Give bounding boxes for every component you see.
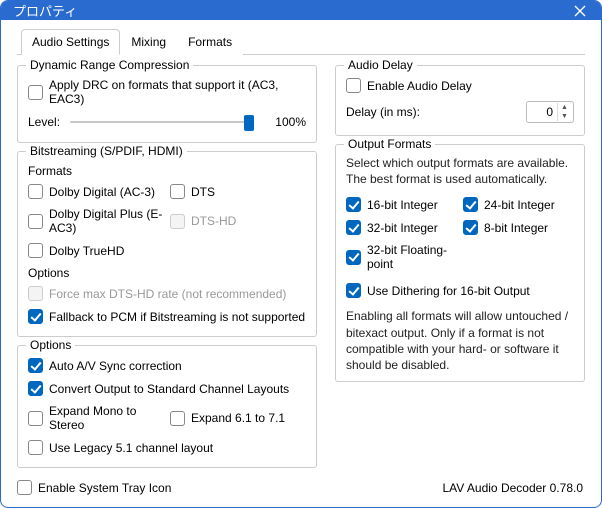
legend-bitstreaming: Bitstreaming (S/PDIF, HDMI) (26, 144, 187, 158)
checkbox-autosync[interactable] (28, 358, 43, 373)
checkbox-eac3[interactable] (28, 214, 43, 229)
label-8bit-int[interactable]: 8-bit Integer (484, 221, 548, 235)
checkbox-force-dtshd (28, 286, 43, 301)
checkbox-convert-layout[interactable] (28, 381, 43, 396)
checkbox-expand-61[interactable] (170, 411, 185, 426)
label-16bit-int[interactable]: 16-bit Integer (367, 198, 438, 212)
checkbox-apply-drc[interactable] (28, 85, 43, 100)
checkbox-dts[interactable] (170, 184, 185, 199)
spinner-delay[interactable]: ▲▼ (526, 101, 574, 123)
value-drc-level: 100% (264, 115, 306, 129)
checkbox-24bit-int[interactable] (463, 197, 478, 212)
label-dtshd: DTS-HD (191, 214, 236, 228)
input-delay[interactable] (527, 105, 557, 119)
group-audio-delay: Audio Delay Enable Audio Delay Delay (in… (335, 65, 585, 136)
slider-thumb[interactable] (244, 115, 254, 131)
label-bs-options: Options (28, 266, 306, 280)
legend-audio-delay: Audio Delay (344, 58, 417, 72)
legend-options: Options (26, 338, 75, 352)
label-autosync[interactable]: Auto A/V Sync correction (49, 359, 182, 373)
version-label: LAV Audio Decoder 0.78.0 (442, 481, 583, 495)
spin-down-icon[interactable]: ▼ (558, 112, 571, 121)
checkbox-legacy51[interactable] (28, 440, 43, 455)
tab-audio-settings[interactable]: Audio Settings (21, 29, 120, 55)
checkbox-truehd[interactable] (28, 243, 43, 258)
label-convert-layout[interactable]: Convert Output to Standard Channel Layou… (49, 382, 289, 396)
legend-output-formats: Output Formats (344, 137, 435, 151)
checkbox-fallback-pcm[interactable] (28, 309, 43, 324)
checkbox-16bit-int[interactable] (346, 197, 361, 212)
checkbox-32bit-fp[interactable] (346, 250, 361, 265)
desc-output-formats: Select which output formats are availabl… (346, 155, 574, 187)
label-force-dtshd: Force max DTS-HD rate (not recommended) (49, 287, 286, 301)
label-eac3[interactable]: Dolby Digital Plus (E-AC3) (49, 207, 164, 235)
label-delay-ms: Delay (in ms): (346, 105, 420, 119)
label-dts[interactable]: DTS (191, 185, 215, 199)
checkbox-32bit-int[interactable] (346, 220, 361, 235)
tab-mixing[interactable]: Mixing (120, 29, 177, 55)
label-32bit-fp[interactable]: 32-bit Floating-point (367, 243, 457, 271)
label-truehd[interactable]: Dolby TrueHD (49, 244, 124, 258)
tab-strip: Audio Settings Mixing Formats (17, 28, 585, 55)
label-apply-drc[interactable]: Apply DRC on formats that support it (AC… (49, 78, 306, 106)
checkbox-dtshd (170, 214, 185, 229)
spin-up-icon[interactable]: ▲ (558, 103, 571, 112)
label-fallback-pcm[interactable]: Fallback to PCM if Bitstreaming is not s… (49, 310, 305, 324)
label-drc-level: Level: (28, 115, 60, 129)
label-enable-delay[interactable]: Enable Audio Delay (367, 79, 472, 93)
group-drc: Dynamic Range Compression Apply DRC on f… (17, 65, 317, 143)
checkbox-enable-delay[interactable] (346, 78, 361, 93)
close-button[interactable] (571, 2, 589, 20)
button-bar: OK キャンセル 適用(A) (1, 503, 601, 508)
label-expand-61[interactable]: Expand 6.1 to 7.1 (191, 411, 285, 425)
group-options: Options Auto A/V Sync correction Convert… (17, 345, 317, 468)
tab-formats[interactable]: Formats (177, 29, 243, 55)
label-24bit-int[interactable]: 24-bit Integer (484, 198, 555, 212)
legend-drc: Dynamic Range Compression (26, 58, 193, 72)
checkbox-ac3[interactable] (28, 184, 43, 199)
label-legacy51[interactable]: Use Legacy 5.1 channel layout (49, 441, 213, 455)
label-expand-mono[interactable]: Expand Mono to Stereo (49, 404, 164, 432)
note-output-formats: Enabling all formats will allow untouche… (346, 308, 574, 373)
checkbox-8bit-int[interactable] (463, 220, 478, 235)
window-title: プロパティ (13, 1, 571, 20)
label-ac3[interactable]: Dolby Digital (AC-3) (49, 185, 155, 199)
checkbox-expand-mono[interactable] (28, 411, 43, 426)
label-32bit-int[interactable]: 32-bit Integer (367, 221, 438, 235)
slider-drc-level[interactable] (70, 112, 254, 132)
checkbox-dithering[interactable] (346, 283, 361, 298)
properties-dialog: プロパティ Audio Settings Mixing Formats Dyna… (0, 0, 602, 508)
group-bitstreaming: Bitstreaming (S/PDIF, HDMI) Formats Dolb… (17, 151, 317, 337)
label-tray-icon[interactable]: Enable System Tray Icon (38, 481, 171, 495)
label-dithering[interactable]: Use Dithering for 16-bit Output (367, 284, 530, 298)
group-output-formats: Output Formats Select which output forma… (335, 144, 585, 382)
label-formats: Formats (28, 164, 306, 178)
checkbox-tray-icon[interactable] (17, 480, 32, 495)
titlebar: プロパティ (1, 1, 601, 20)
